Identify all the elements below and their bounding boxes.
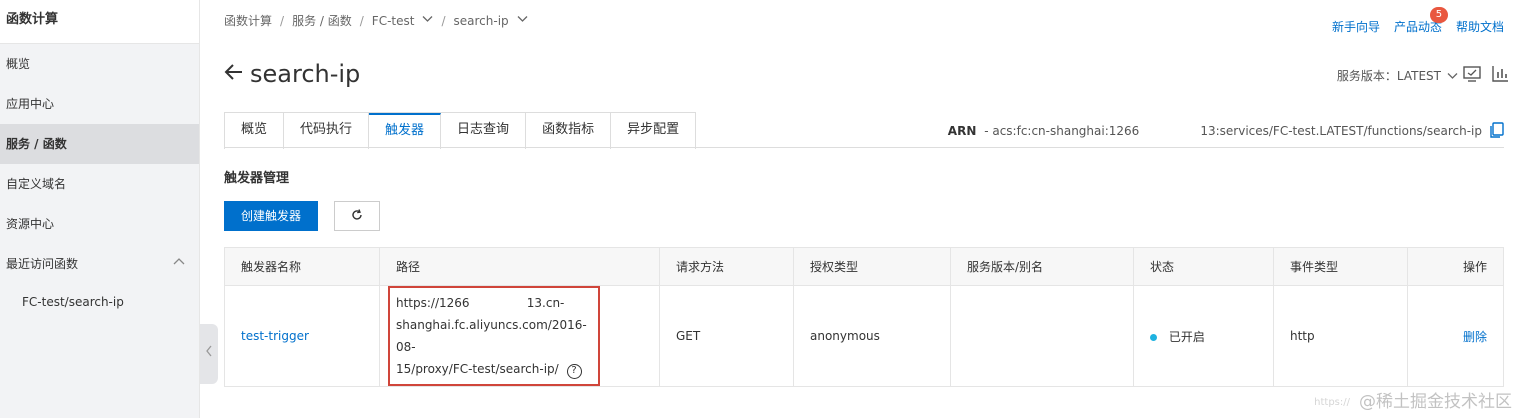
sidebar: 函数计算 概览 应用中心 服务 / 函数 自定义域名 资源中心 最近访问函数 F… — [0, 0, 200, 418]
sidebar-item-label: 最近访问函数 — [6, 257, 79, 271]
column-header: 触发器名称 — [224, 247, 380, 286]
sidebar-recent-item[interactable]: FC-test/search-ip — [0, 284, 199, 320]
page-title: search-ip — [224, 60, 360, 88]
page-title-text: search-ip — [250, 60, 361, 88]
column-header: 状态 — [1133, 247, 1274, 286]
notification-badge: 5 — [1429, 7, 1448, 23]
tab-triggers[interactable]: 触发器 — [369, 113, 442, 149]
refresh-icon — [351, 208, 363, 224]
breadcrumb-item[interactable]: 服务 / 函数 — [292, 12, 352, 29]
status-cell: 已开启 — [1133, 285, 1274, 387]
auth-cell: anonymous — [793, 285, 951, 387]
tab-divider — [224, 147, 1504, 148]
path-line: 15/proxy/FC-test/search-ip/ — [396, 362, 559, 376]
tab-logs[interactable]: 日志查询 — [441, 113, 527, 149]
watermark-url: https:// — [1314, 397, 1350, 408]
arn-value: - acs:fc:cn-shanghai:1266 13:services/FC… — [984, 124, 1482, 138]
chevron-down-icon — [1447, 69, 1458, 83]
breadcrumb-separator: / — [359, 13, 364, 28]
top-links: 新手向导 产品动态 5 帮助文档 — [1332, 7, 1504, 35]
status-dot — [1150, 333, 1157, 341]
breadcrumb-separator: / — [280, 13, 285, 28]
version-cell — [950, 285, 1134, 387]
table-row: test-trigger https://1266 13.cn- shangha… — [224, 285, 1504, 387]
chevron-down-icon[interactable] — [517, 15, 528, 26]
sidebar-item-resource-center[interactable]: 资源中心 — [0, 204, 199, 244]
create-trigger-button[interactable]: 创建触发器 — [224, 201, 318, 231]
chevron-down-icon[interactable] — [422, 15, 433, 26]
help-link[interactable]: 帮助文档 — [1456, 18, 1504, 35]
column-header: 操作 — [1407, 247, 1504, 286]
main-content: 函数计算 / 服务 / 函数 / FC-test / search-ip 新手向… — [218, 0, 1520, 418]
column-header: 授权类型 — [793, 247, 951, 286]
tab-overview[interactable]: 概览 — [225, 113, 285, 149]
chevron-left-icon — [205, 345, 213, 361]
delete-link[interactable]: 删除 — [1463, 330, 1487, 344]
path-line: https://1266 13.cn- — [396, 296, 565, 310]
arn-label: ARN — [947, 124, 977, 138]
path-line-3: 15/proxy/FC-test/search-ip/ ? — [396, 358, 592, 380]
path-line: shanghai.fc.aliyuncs.com/2016-08- — [396, 318, 587, 354]
tab-async[interactable]: 异步配置 — [611, 113, 696, 149]
arn-display: ARN - acs:fc:cn-shanghai:1266 13:service… — [948, 124, 1482, 138]
tab-bar: 概览 代码执行 触发器 日志查询 函数指标 异步配置 — [224, 112, 697, 149]
sidebar-collapse-handle[interactable] — [200, 324, 218, 384]
trigger-table: 触发器名称 路径 请求方法 授权类型 服务版本/别名 状态 事件类型 操作 te… — [224, 247, 1504, 387]
breadcrumb-item[interactable]: search-ip — [454, 14, 509, 28]
back-arrow-icon[interactable] — [224, 62, 244, 87]
version-select[interactable]: 服务版本：LATEST — [1337, 67, 1458, 84]
watermark: @稀土掘金技术社区 — [1359, 392, 1512, 412]
breadcrumb-item[interactable]: 函数计算 — [224, 12, 272, 29]
trigger-name[interactable]: test-trigger — [241, 329, 309, 343]
sidebar-item-services-functions[interactable]: 服务 / 函数 — [0, 124, 199, 164]
sidebar-title: 函数计算 — [0, 0, 199, 44]
method-cell: GET — [659, 285, 794, 387]
tab-metrics[interactable]: 函数指标 — [526, 113, 612, 149]
column-header: 服务版本/别名 — [950, 247, 1134, 286]
path-cell: https://1266 13.cn- shanghai.fc.aliyuncs… — [379, 285, 660, 387]
trigger-name-link[interactable]: test-trigger — [224, 285, 380, 387]
monitor-icon[interactable] — [1462, 64, 1482, 84]
guide-link[interactable]: 新手向导 — [1332, 18, 1380, 35]
sidebar-item-custom-domain[interactable]: 自定义域名 — [0, 164, 199, 204]
column-header: 请求方法 — [659, 247, 794, 286]
breadcrumb-item[interactable]: FC-test — [372, 14, 415, 28]
version-label: 服务版本：LATEST — [1336, 69, 1441, 83]
chart-icon[interactable] — [1490, 64, 1510, 84]
copy-icon[interactable] — [1490, 122, 1504, 138]
help-icon[interactable]: ? — [566, 364, 582, 379]
sidebar-item-overview[interactable]: 概览 — [0, 44, 199, 84]
breadcrumb: 函数计算 / 服务 / 函数 / FC-test / search-ip — [224, 12, 528, 29]
sidebar-item-app-center[interactable]: 应用中心 — [0, 84, 199, 124]
status-text: 已开启 — [1168, 329, 1205, 344]
column-header: 事件类型 — [1273, 247, 1408, 286]
path-highlight: https://1266 13.cn- shanghai.fc.aliyuncs… — [388, 286, 600, 386]
section-title: 触发器管理 — [224, 171, 290, 186]
refresh-button[interactable] — [334, 201, 380, 231]
event-type-cell: http — [1273, 285, 1408, 387]
action-cell: 删除 — [1407, 285, 1504, 387]
breadcrumb-separator: / — [441, 13, 446, 28]
column-header: 路径 — [379, 247, 660, 286]
sidebar-item-recent-functions[interactable]: 最近访问函数 — [0, 244, 199, 284]
tab-code[interactable]: 代码执行 — [284, 113, 370, 149]
news-link-wrap[interactable]: 产品动态 5 — [1394, 7, 1448, 35]
table-header-row: 触发器名称 路径 请求方法 授权类型 服务版本/别名 状态 事件类型 操作 — [224, 247, 1504, 286]
chevron-up-icon[interactable] — [173, 244, 185, 284]
